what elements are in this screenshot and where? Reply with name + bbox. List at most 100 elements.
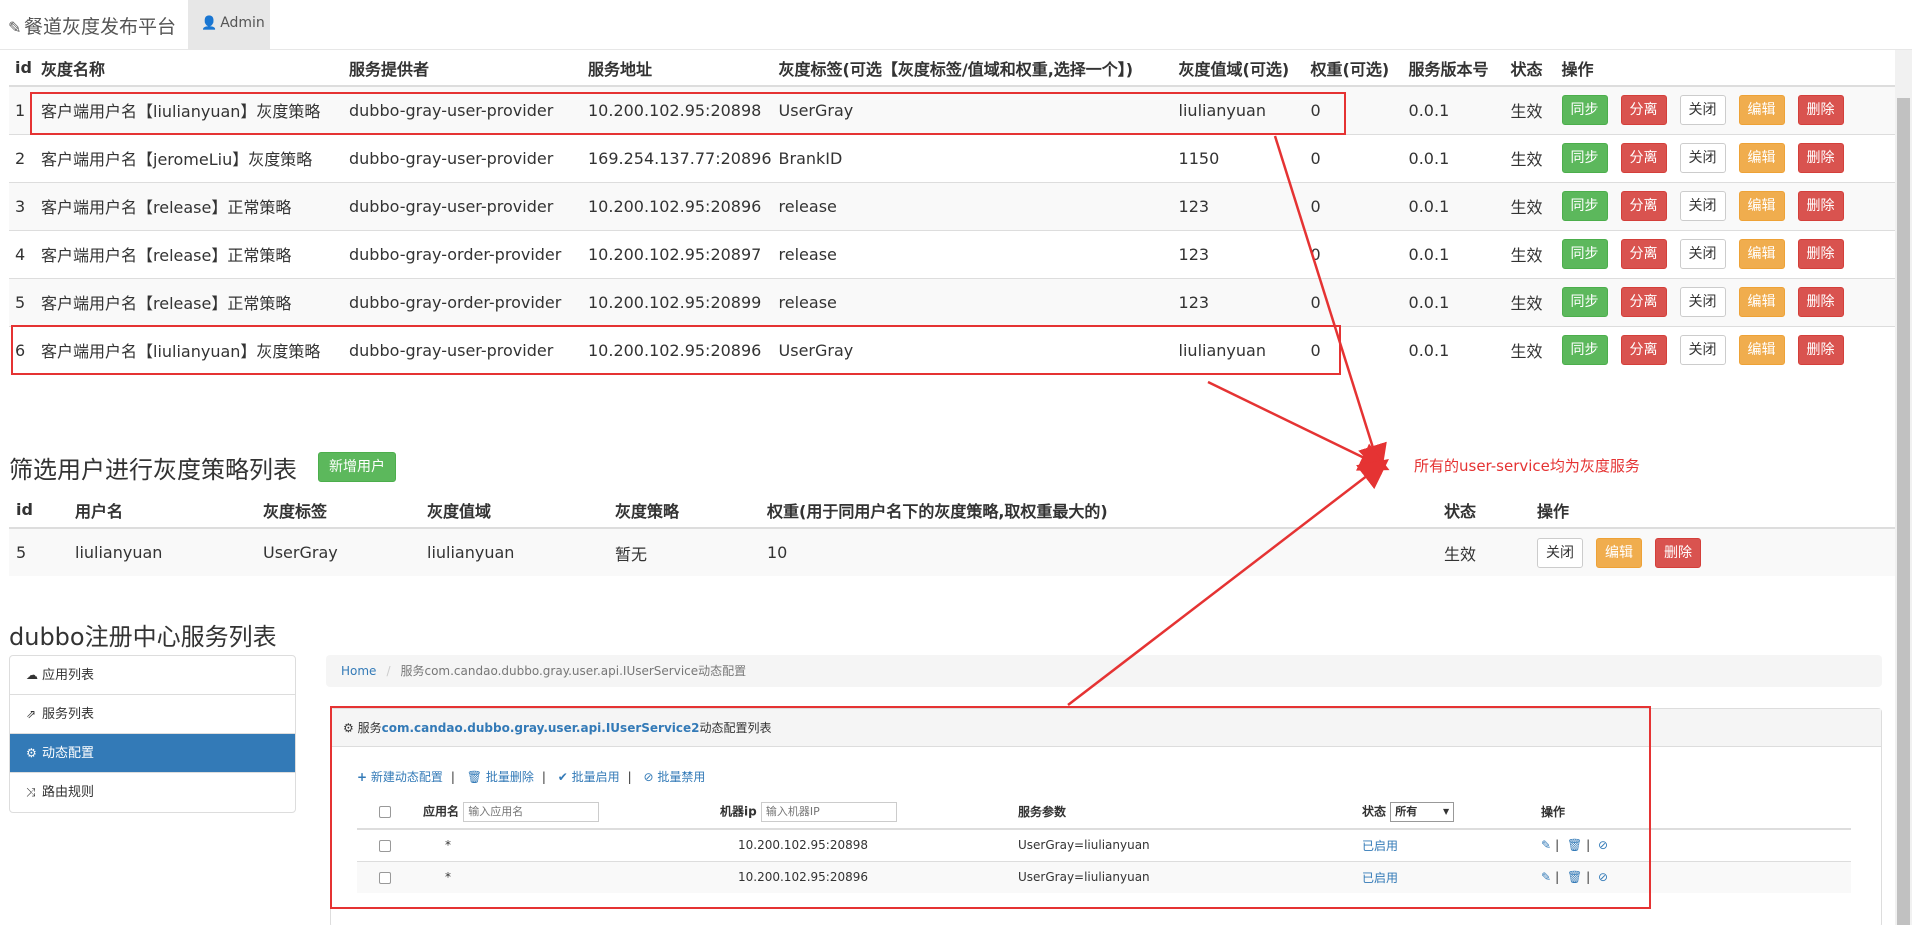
user-id-cell: 5 <box>9 527 68 576</box>
edit-button[interactable]: 编辑 <box>1738 335 1785 366</box>
close-button[interactable]: 关闭 <box>1679 143 1726 173</box>
provider-cell: dubbo-gray-user-provider <box>342 181 581 230</box>
app-name-input[interactable] <box>463 801 600 822</box>
select-all-checkbox[interactable] <box>379 806 391 818</box>
delete-button[interactable]: 删除 <box>1797 191 1844 221</box>
heading-service-name: com.candao.dubbo.gray.user.api.IUserServ… <box>381 721 700 735</box>
range-cell: 123 <box>1171 229 1304 278</box>
status-cell: 生效 <box>1503 229 1555 278</box>
sync-button[interactable]: 同步 <box>1561 287 1608 317</box>
breadcrumb-current: 服务com.candao.dubbo.gray.user.api.IUserSe… <box>400 664 747 678</box>
cogs-icon: ⚙ <box>343 721 358 735</box>
column-header: 操作 <box>1541 795 1851 830</box>
detach-button[interactable]: 分离 <box>1620 239 1667 269</box>
column-header: 操作 <box>1554 50 1895 87</box>
brand[interactable]: ✎ 餐道灰度发布平台 <box>8 12 176 39</box>
row-checkbox[interactable] <box>379 871 391 884</box>
sidebar-item-apps[interactable]: ☁ 应用列表 <box>10 656 295 695</box>
toolbar-label: 批量启用 <box>571 770 620 784</box>
edit-icon[interactable]: ✎ <box>1541 838 1551 852</box>
ban-icon: ⊘ <box>643 770 654 784</box>
trash-icon[interactable]: 🗑 <box>1567 870 1582 884</box>
edit-button[interactable]: 编辑 <box>1738 287 1785 317</box>
sync-button[interactable]: 同步 <box>1561 191 1608 221</box>
close-button[interactable]: 关闭 <box>1537 537 1583 568</box>
ban-icon[interactable]: ⊘ <box>1598 870 1608 884</box>
detach-button[interactable]: 分离 <box>1620 287 1667 317</box>
column-header: 用户名 <box>68 492 256 529</box>
table-row: 1 客户端用户名【liulianyuan】灰度策略 dubbo-gray-user-… <box>9 85 1895 134</box>
add-user-button[interactable]: 新增用户 <box>318 452 396 482</box>
close-button[interactable]: 关闭 <box>1679 239 1726 269</box>
id-cell: 5 <box>9 277 34 326</box>
status-cell: 生效 <box>1503 85 1555 134</box>
edit-button[interactable]: 编辑 <box>1738 95 1785 126</box>
close-button[interactable]: 关闭 <box>1679 335 1726 366</box>
sync-button[interactable]: 同步 <box>1561 143 1608 173</box>
sidebar-item-dynamic-config[interactable]: ⚙ 动态配置 <box>10 734 295 773</box>
annotation-text: 所有的user-service均为灰度服务 <box>1414 457 1640 475</box>
sync-button[interactable]: 同步 <box>1561 95 1608 126</box>
delete-button[interactable]: 删除 <box>1797 95 1844 126</box>
edit-button[interactable]: 编辑 <box>1596 537 1642 568</box>
tag-cell: UserGray <box>771 325 1172 374</box>
status-link[interactable]: 已启用 <box>1362 839 1398 853</box>
name-cell: 客户端用户名【release】正常策略 <box>34 181 342 230</box>
breadcrumb-home-link[interactable]: Home <box>341 664 376 678</box>
trash-icon[interactable]: 🗑 <box>1567 838 1582 852</box>
detach-button[interactable]: 分离 <box>1620 95 1667 126</box>
range-cell: liulianyuan <box>1171 85 1304 134</box>
delete-button[interactable]: 删除 <box>1797 287 1844 317</box>
column-header: 状态 <box>1437 492 1530 529</box>
batch-delete-button[interactable]: 🗑 批量删除 <box>467 770 534 784</box>
detach-button[interactable]: 分离 <box>1620 335 1667 366</box>
status-cell: 生效 <box>1503 277 1555 326</box>
page-scrollbar[interactable] <box>1895 50 1912 925</box>
column-header: 服务版本号 <box>1401 50 1504 87</box>
sync-button[interactable]: 同步 <box>1561 335 1608 366</box>
column-header: 灰度值域 <box>420 492 608 529</box>
close-button[interactable]: 关闭 <box>1679 287 1726 317</box>
delete-button[interactable]: 删除 <box>1797 239 1844 269</box>
sync-button[interactable]: 同步 <box>1561 239 1608 269</box>
detach-button[interactable]: 分离 <box>1620 143 1667 173</box>
admin-menu[interactable]: 👤 Admin <box>188 0 270 50</box>
actions-cell: 同步 分离 关闭 编辑 删除 <box>1554 181 1895 230</box>
column-header: 灰度值域(可选) <box>1171 50 1304 87</box>
admin-label: Admin <box>220 15 265 31</box>
id-cell: 1 <box>9 85 34 134</box>
app-cell: * <box>423 828 720 861</box>
ban-icon[interactable]: ⊘ <box>1598 838 1608 852</box>
row-checkbox[interactable] <box>379 839 391 852</box>
table-row: 6 客户端用户名【liulianyuan】灰度策略 dubbo-gray-user-… <box>9 325 1895 374</box>
batch-disable-button[interactable]: ⊘ 批量禁用 <box>644 770 706 784</box>
status-cell: 已启用 <box>1362 828 1541 861</box>
scrollbar-thumb[interactable] <box>1897 98 1910 925</box>
delete-button[interactable]: 删除 <box>1797 143 1844 173</box>
cogs-icon: ⚙ <box>26 746 37 760</box>
delete-button[interactable]: 删除 <box>1655 537 1701 568</box>
column-header: 权重(用于同用户名下的灰度策略,取权重最大的) <box>760 492 1437 529</box>
edit-button[interactable]: 编辑 <box>1738 239 1785 269</box>
sidebar-item-routing[interactable]: ⤨ 路由规则 <box>10 773 295 812</box>
edit-button[interactable]: 编辑 <box>1738 191 1785 221</box>
delete-button[interactable]: 删除 <box>1797 335 1844 366</box>
close-button[interactable]: 关闭 <box>1679 191 1726 221</box>
status-link[interactable]: 已启用 <box>1362 871 1398 885</box>
new-config-button[interactable]: + 新建动态配置 <box>357 770 443 784</box>
detach-button[interactable]: 分离 <box>1620 191 1667 221</box>
version-cell: 0.0.1 <box>1401 277 1504 326</box>
close-button[interactable]: 关闭 <box>1679 95 1726 126</box>
edit-icon[interactable]: ✎ <box>1541 870 1551 884</box>
tag-cell: UserGray <box>771 85 1172 134</box>
share-icon: ⇗ <box>26 707 37 721</box>
status-select[interactable]: 所有 ▼ <box>1390 801 1455 822</box>
table-row: * 10.200.102.95:20896 UserGray=liulianyu… <box>357 860 1851 893</box>
version-cell: 0.0.1 <box>1401 325 1504 374</box>
batch-enable-button[interactable]: ✔ 批量启用 <box>558 770 620 784</box>
machine-ip-input[interactable] <box>760 801 897 822</box>
sidebar-item-services[interactable]: ⇗ 服务列表 <box>10 695 295 734</box>
column-header: 灰度标签 <box>256 492 420 529</box>
edit-button[interactable]: 编辑 <box>1738 143 1785 173</box>
divider: | <box>1555 870 1560 885</box>
